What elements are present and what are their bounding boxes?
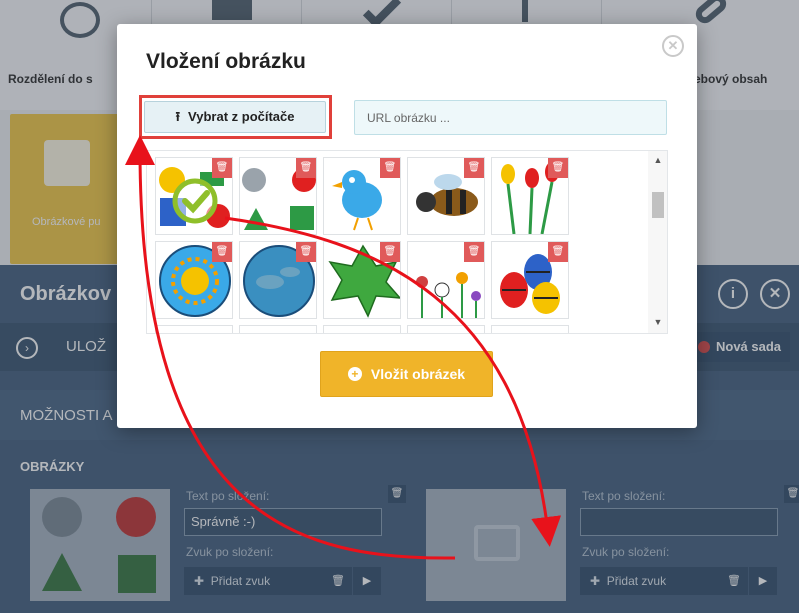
insert-image-dialog: Vložení obrázku ✕ ⭱ Vybrat z počítače 🗑 [117,24,697,428]
image-thumbnail[interactable] [491,325,569,333]
delete-image-button[interactable]: 🗑 [212,158,232,178]
sun-image[interactable]: 🗑 [155,241,233,319]
close-icon[interactable]: ✕ [662,35,684,57]
image-gallery: 🗑 🗑 🗑 🗑 🗑 🗑 🗑 🗑 🗑 🗑 ▲ ▼ [146,150,668,334]
scroll-thumb[interactable] [652,192,664,218]
shapes2-image[interactable]: 🗑 [239,157,317,235]
delete-image-button[interactable]: 🗑 [548,242,568,262]
flowers-image[interactable]: 🗑 [407,241,485,319]
leaf-image[interactable]: 🗑 [323,241,401,319]
insert-image-button[interactable]: + Vložit obrázek [320,351,493,397]
bee-image[interactable]: 🗑 [407,157,485,235]
upload-from-computer-button[interactable]: ⭱ Vybrat z počítače [144,101,326,133]
image-thumbnail[interactable] [323,325,401,333]
image-thumbnail[interactable] [239,325,317,333]
image-thumbnail[interactable] [155,325,233,333]
bird-image[interactable]: 🗑 [323,157,401,235]
delete-image-button[interactable]: 🗑 [212,242,232,262]
dialog-title: Vložení obrázku [146,50,306,73]
delete-image-button[interactable]: 🗑 [296,158,316,178]
delete-image-button[interactable]: 🗑 [380,242,400,262]
delete-image-button[interactable]: 🗑 [548,158,568,178]
insert-label: Vložit obrázek [370,366,466,382]
upload-label: Vybrat z počítače [188,109,295,124]
easter-eggs-image[interactable]: 🗑 [491,241,569,319]
delete-image-button[interactable]: 🗑 [464,242,484,262]
image-thumbnail[interactable] [407,325,485,333]
image-url-input[interactable] [354,100,667,135]
scroll-up-icon[interactable]: ▲ [648,155,667,167]
delete-image-button[interactable]: 🗑 [296,242,316,262]
gallery-scrollbar[interactable]: ▲ ▼ [648,151,667,333]
earth-image[interactable]: 🗑 [239,241,317,319]
selected-check-icon [172,178,218,224]
delete-image-button[interactable]: 🗑 [380,158,400,178]
tulips-image[interactable]: 🗑 [491,157,569,235]
plus-icon: + [347,367,362,381]
scroll-down-icon[interactable]: ▼ [648,317,667,329]
upload-icon: ⭱ [175,109,181,124]
delete-image-button[interactable]: 🗑 [464,158,484,178]
